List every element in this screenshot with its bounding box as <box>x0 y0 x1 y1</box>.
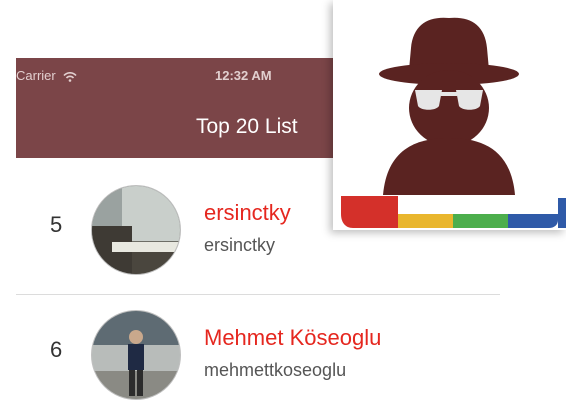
status-bar-carrier: Carrier <box>16 68 77 83</box>
app-icon <box>333 0 566 230</box>
display-name: ersinctky <box>204 200 291 225</box>
rank-number: 5 <box>50 212 63 237</box>
avatar[interactable] <box>91 185 181 275</box>
carrier-label: Carrier <box>16 68 56 83</box>
list-item[interactable]: 6 Mehmet Köseoglu mehmettkoseoglu <box>16 305 500 405</box>
username: ersinctky <box>204 235 276 255</box>
page-title: Top 20 List <box>196 115 298 138</box>
rank-number: 6 <box>50 337 63 362</box>
row-divider <box>16 294 500 295</box>
spy-incognito-icon <box>333 0 566 230</box>
status-bar-time: 12:32 AM <box>215 68 272 83</box>
wifi-icon <box>63 71 77 82</box>
avatar[interactable] <box>91 310 181 400</box>
username: mehmettkoseoglu <box>204 360 347 380</box>
display-name: Mehmet Köseoglu <box>204 325 382 350</box>
